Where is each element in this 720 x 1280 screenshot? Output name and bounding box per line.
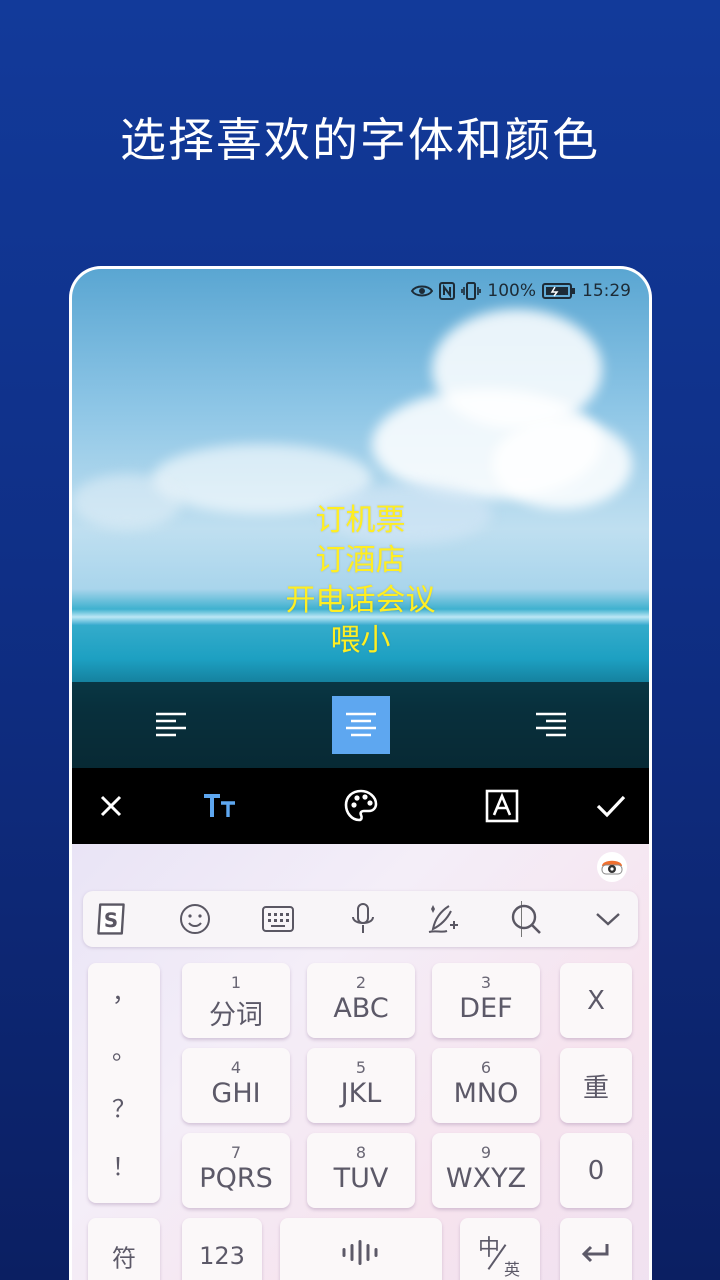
phone-screen: 100% 15:29 订机票 订酒店 开电话会议 喂小 S ， 。 ？ ！ 1 … bbox=[72, 269, 649, 1280]
overlay-line: 订机票 bbox=[315, 503, 406, 538]
alignment-bar bbox=[72, 682, 649, 768]
zero-key[interactable]: 0 bbox=[560, 1133, 632, 1208]
key-7[interactable]: 7 PQRS bbox=[182, 1133, 290, 1208]
punctuation-column: ， 。 ？ ！ bbox=[88, 963, 160, 1203]
headline: 选择喜欢的字体和颜色 bbox=[120, 113, 600, 167]
overlay-text[interactable]: 订机票 订酒店 开电话会议 喂小 bbox=[72, 501, 649, 661]
candidate-bar: S bbox=[83, 891, 638, 947]
space-key[interactable] bbox=[280, 1218, 442, 1280]
key-8[interactable]: 8 TUV bbox=[307, 1133, 415, 1208]
status-time: 15:29 bbox=[582, 281, 631, 301]
align-right-icon bbox=[536, 712, 566, 737]
key-6[interactable]: 6 MNO bbox=[432, 1048, 540, 1123]
font-style-icon[interactable] bbox=[480, 784, 524, 828]
handwriting-icon[interactable] bbox=[426, 901, 462, 937]
emoji-icon[interactable] bbox=[177, 901, 213, 937]
exclamation-key[interactable]: ！ bbox=[88, 1147, 160, 1182]
delete-key[interactable]: X bbox=[560, 963, 632, 1038]
sogou-logo-icon[interactable]: S bbox=[93, 901, 129, 937]
align-center-button[interactable] bbox=[332, 696, 390, 754]
nfc-icon bbox=[439, 282, 456, 300]
key-4[interactable]: 4 GHI bbox=[182, 1048, 290, 1123]
numbers-key[interactable]: 123 bbox=[182, 1218, 262, 1280]
phone-frame: 100% 15:29 订机票 订酒店 开电话会议 喂小 S ， 。 ？ ！ 1 … bbox=[69, 266, 652, 1280]
reinput-key[interactable]: 重 bbox=[560, 1048, 632, 1123]
status-bar: 100% 15:29 bbox=[411, 279, 631, 303]
skin-mascot-icon[interactable] bbox=[597, 852, 627, 882]
align-left-icon bbox=[156, 712, 186, 737]
overlay-line: 喂小 bbox=[330, 623, 391, 658]
text-size-icon[interactable] bbox=[198, 784, 242, 828]
battery-icon bbox=[542, 282, 576, 300]
enter-key[interactable] bbox=[560, 1218, 632, 1280]
voice-wave-icon bbox=[280, 1239, 442, 1272]
key-2[interactable]: 2 ABC bbox=[307, 963, 415, 1038]
period-key[interactable]: 。 bbox=[88, 1031, 160, 1066]
chevron-down-icon[interactable] bbox=[590, 901, 626, 937]
palette-icon[interactable] bbox=[339, 784, 383, 828]
check-icon[interactable] bbox=[589, 784, 633, 828]
key-5[interactable]: 5 JKL bbox=[307, 1048, 415, 1123]
key-3[interactable]: 3 DEF bbox=[432, 963, 540, 1038]
keyboard-icon[interactable] bbox=[260, 901, 296, 937]
symbols-key[interactable]: 符 bbox=[88, 1218, 160, 1280]
microphone-icon[interactable] bbox=[345, 901, 381, 937]
svg-text:S: S bbox=[104, 909, 118, 932]
key-9[interactable]: 9 WXYZ bbox=[432, 1133, 540, 1208]
vibrate-icon bbox=[461, 282, 482, 300]
key-1[interactable]: 1 分词 bbox=[182, 963, 290, 1038]
align-right-button[interactable] bbox=[522, 696, 580, 754]
close-icon[interactable] bbox=[89, 784, 133, 828]
edit-toolbar bbox=[72, 768, 649, 844]
align-left-button[interactable] bbox=[142, 696, 200, 754]
language-switch-key[interactable]: 中 英 bbox=[460, 1218, 540, 1280]
comma-key[interactable]: ， bbox=[88, 973, 160, 1008]
search-icon[interactable] bbox=[508, 901, 544, 937]
overlay-line: 订酒店 bbox=[315, 543, 406, 578]
keyboard: S ， 。 ？ ！ 1 分词 2 ABC 3 DEF X 4 GHI 5 JKL… bbox=[72, 844, 649, 1280]
question-key[interactable]: ？ bbox=[88, 1089, 160, 1124]
enter-icon bbox=[560, 1241, 632, 1271]
eye-icon bbox=[411, 284, 434, 298]
align-center-icon bbox=[346, 712, 376, 737]
battery-percent: 100% bbox=[487, 281, 536, 301]
overlay-line: 开电话会议 bbox=[285, 583, 436, 618]
